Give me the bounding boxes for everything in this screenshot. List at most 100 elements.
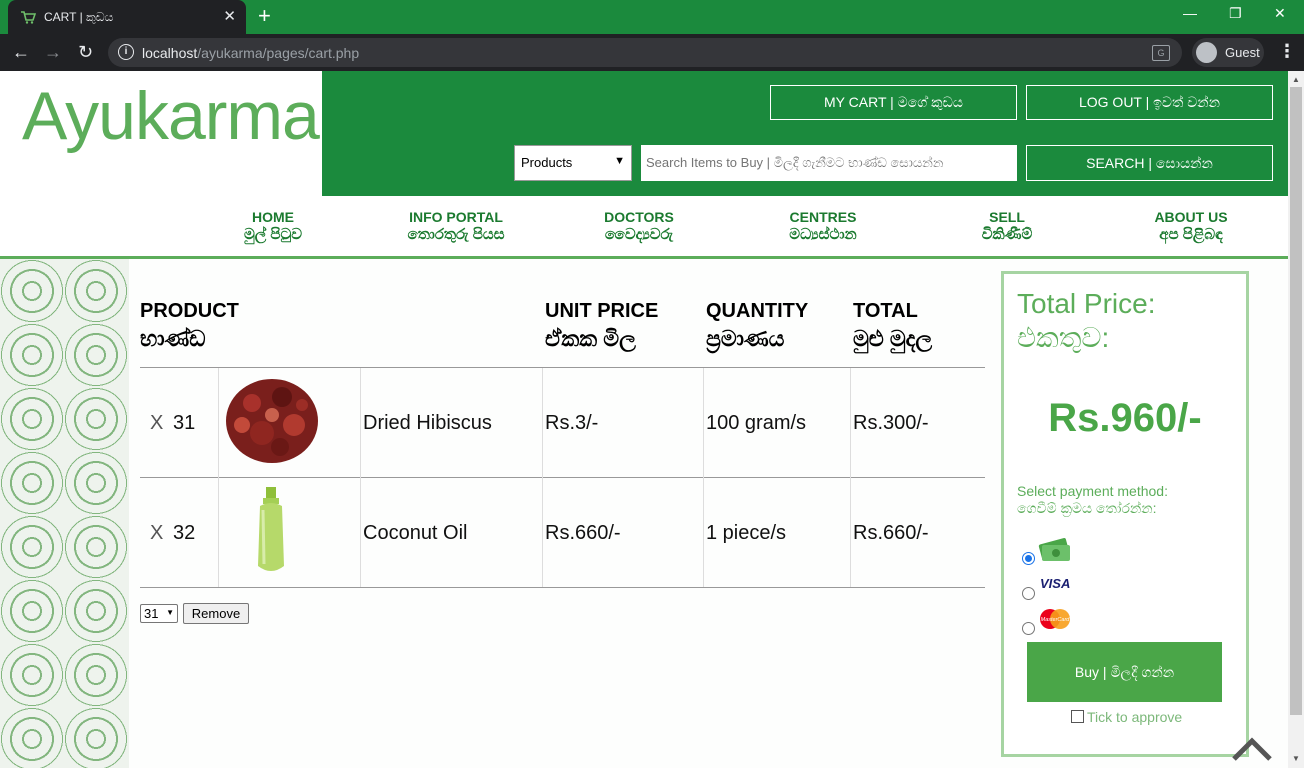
product-name: Coconut Oil bbox=[363, 522, 468, 544]
scroll-down-icon[interactable]: ▼ bbox=[1292, 754, 1300, 763]
payment-radio-mastercard[interactable] bbox=[1022, 622, 1035, 635]
my-cart-button[interactable]: MY CART | මගේ කුඩය bbox=[770, 85, 1017, 120]
payment-label-en: Select payment method: bbox=[1017, 483, 1168, 499]
header-unit-price-en: UNIT PRICE bbox=[545, 300, 659, 322]
quantity: 100 gram/s bbox=[706, 412, 807, 434]
logout-button[interactable]: LOG OUT | ඉවත් වන්න bbox=[1026, 85, 1273, 120]
remove-select-value: 31 bbox=[144, 606, 159, 621]
browser-tab-bar: CART | කුඩය ✕ + — ❐ ✕ bbox=[0, 0, 1304, 34]
nav-sell[interactable]: SELL විකිණීම් bbox=[947, 208, 1067, 244]
browser-tab[interactable]: CART | කුඩය ✕ bbox=[8, 0, 246, 34]
category-select[interactable]: Products ▼ bbox=[514, 145, 632, 181]
row-total: Rs.300/- bbox=[853, 412, 929, 434]
profile-button[interactable]: Guest bbox=[1192, 38, 1264, 67]
browser-toolbar: ← → ↻ i localhost/ayukarma/pages/cart.ph… bbox=[0, 34, 1304, 71]
nav-label-si: මුල් පිටුව bbox=[243, 226, 303, 243]
quantity: 1 piece/s bbox=[706, 522, 787, 544]
unit-price: Rs.660/- bbox=[545, 522, 621, 544]
nav-doctors[interactable]: DOCTORS වෛද්‍යවරු bbox=[579, 208, 699, 244]
buy-button[interactable]: Buy | මිලදී ගන්න bbox=[1027, 642, 1222, 702]
forward-icon[interactable]: → bbox=[44, 42, 62, 63]
nav-label: HOME bbox=[252, 209, 294, 225]
header-product: PRODUCT භාණ්ඩ bbox=[140, 297, 239, 353]
back-to-top-icon[interactable] bbox=[1230, 733, 1274, 763]
nav-label-si: විකිණීම් bbox=[981, 226, 1033, 243]
total-price-label-si: එකතුව: bbox=[1017, 322, 1110, 353]
page-scrollbar[interactable]: ▲ ▼ bbox=[1288, 71, 1304, 768]
scroll-up-icon[interactable]: ▲ bbox=[1292, 75, 1300, 84]
translate-icon[interactable]: G bbox=[1152, 45, 1170, 61]
remove-button[interactable]: Remove bbox=[183, 603, 249, 624]
header-unit-price: UNIT PRICE ඒකක මිල bbox=[545, 297, 658, 353]
header-total-si: මුළු මුදල bbox=[853, 326, 933, 351]
reload-icon[interactable]: ↻ bbox=[78, 42, 93, 63]
window-close-icon[interactable]: ✕ bbox=[1274, 5, 1286, 22]
tab-close-icon[interactable]: ✕ bbox=[223, 7, 236, 25]
category-selected-value: Products bbox=[521, 155, 573, 170]
site-logo[interactable]: Ayukarma bbox=[22, 77, 320, 155]
unit-price: Rs.3/- bbox=[545, 412, 599, 434]
approve-checkbox[interactable] bbox=[1071, 710, 1084, 723]
total-price-label: Total Price: bbox=[1017, 288, 1156, 319]
header-quantity-en: QUANTITY bbox=[706, 300, 809, 322]
browser-menu-icon[interactable]: ⋮ bbox=[1278, 41, 1296, 62]
avatar bbox=[1196, 42, 1217, 63]
nav-label: SELL bbox=[989, 209, 1025, 225]
header-quantity: QUANTITY ප්‍රමාණය bbox=[706, 297, 808, 353]
search-button[interactable]: SEARCH | සොයන්න bbox=[1026, 145, 1273, 181]
remove-item-button[interactable]: X bbox=[150, 522, 163, 545]
nav-label-si: අප පිළිබඳ bbox=[1159, 226, 1223, 243]
visa-icon: VISA bbox=[1040, 576, 1071, 591]
table-divider bbox=[140, 587, 985, 588]
header-product-en: PRODUCT bbox=[140, 300, 239, 322]
nav-info-portal[interactable]: INFO PORTAL තොරතුරු පියස bbox=[376, 208, 536, 244]
nav-centres[interactable]: CENTRES මධ්‍යස්ථාන bbox=[763, 208, 883, 244]
profile-name: Guest bbox=[1225, 45, 1260, 60]
url-text: localhost/ayukarma/pages/cart.php bbox=[142, 45, 360, 61]
remove-item-button[interactable]: X bbox=[150, 412, 163, 435]
item-id: 31 bbox=[173, 412, 196, 434]
logo-area: Ayukarma bbox=[0, 71, 322, 196]
tab-title: CART | කුඩය bbox=[44, 10, 114, 24]
back-icon[interactable]: ← bbox=[12, 42, 30, 63]
main-nav: HOME මුල් පිටුව INFO PORTAL තොරතුරු පියස… bbox=[0, 196, 1288, 259]
column-divider bbox=[703, 368, 704, 587]
payment-radio-visa[interactable] bbox=[1022, 587, 1035, 600]
nav-home[interactable]: HOME මුල් පිටුව bbox=[213, 208, 333, 244]
payment-method-label: Select payment method: ගෙවීම් ක්‍රමය තෝර… bbox=[1017, 483, 1168, 517]
chevron-down-icon: ▼ bbox=[614, 155, 625, 167]
approve-checkbox-row[interactable]: Tick to approve bbox=[1071, 709, 1182, 725]
address-bar[interactable]: i localhost/ayukarma/pages/cart.php G bbox=[108, 38, 1182, 67]
item-id: 32 bbox=[173, 522, 196, 544]
table-divider bbox=[140, 477, 985, 478]
nav-label-si: මධ්‍යස්ථාන bbox=[789, 226, 857, 243]
site-info-icon[interactable]: i bbox=[118, 44, 134, 60]
payment-radio-cash[interactable] bbox=[1022, 552, 1035, 565]
mastercard-icon: MasterCard bbox=[1040, 609, 1071, 629]
header-unit-price-si: ඒකක මිල bbox=[545, 326, 636, 351]
column-divider bbox=[542, 368, 543, 587]
decorative-pattern bbox=[0, 259, 129, 768]
restore-icon[interactable]: ❐ bbox=[1229, 5, 1242, 22]
scrollbar-thumb[interactable] bbox=[1290, 87, 1302, 715]
search-input[interactable]: Search Items to Buy | මිලදී ගැනීමට භාණ්ඩ… bbox=[641, 145, 1017, 181]
dried-hibiscus-image bbox=[226, 379, 318, 463]
chevron-down-icon: ▼ bbox=[166, 608, 174, 617]
product-name: Dried Hibiscus bbox=[363, 412, 492, 434]
header-total: TOTAL මුළු මුදල bbox=[853, 297, 932, 353]
cart-favicon-icon bbox=[21, 11, 36, 24]
nav-label-si: තොරතුරු පියස bbox=[407, 226, 505, 243]
column-divider bbox=[218, 368, 219, 587]
nav-label-si: වෛද්‍යවරු bbox=[604, 226, 674, 243]
cash-icon bbox=[1038, 538, 1070, 561]
coconut-oil-bottle-image bbox=[258, 487, 284, 571]
row-total: Rs.660/- bbox=[853, 522, 929, 544]
nav-about-us[interactable]: ABOUT US අප පිළිබඳ bbox=[1131, 208, 1251, 244]
nav-label: INFO PORTAL bbox=[409, 209, 503, 225]
remove-item-select[interactable]: 31 ▼ bbox=[140, 604, 178, 623]
new-tab-button[interactable]: + bbox=[258, 3, 271, 29]
nav-label: ABOUT US bbox=[1154, 209, 1228, 225]
nav-label: CENTRES bbox=[789, 209, 857, 225]
mastercard-label: MasterCard bbox=[1041, 617, 1071, 623]
minimize-icon[interactable]: — bbox=[1183, 5, 1197, 21]
